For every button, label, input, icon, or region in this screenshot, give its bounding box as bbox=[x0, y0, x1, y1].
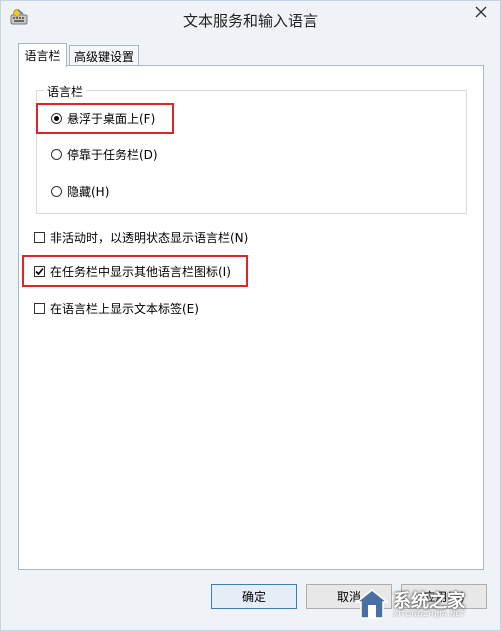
checkbox-show-text-labels[interactable]: 在语言栏上显示文本标签(E) bbox=[34, 299, 199, 317]
tab-advanced-key-settings[interactable]: 高级键设置 bbox=[69, 45, 139, 67]
dialog-window: 文本服务和输入语言 语言栏 高级键设置 语言栏 悬浮于桌面上(F) 停靠于任务栏… bbox=[0, 0, 501, 631]
tab-label: 语言栏 bbox=[24, 49, 61, 63]
checkbox[interactable] bbox=[34, 231, 45, 243]
checkbox-label: 在语言栏上显示文本标签(E) bbox=[50, 301, 199, 316]
title-bar[interactable]: 文本服务和输入语言 bbox=[1, 1, 500, 35]
tab-label: 高级键设置 bbox=[73, 50, 134, 64]
checkbox-transparent-when-inactive[interactable]: 非活动时，以透明状态显示语言栏(N) bbox=[34, 228, 248, 246]
close-button[interactable] bbox=[462, 1, 500, 25]
radio-dock-in-taskbar[interactable]: 停靠于任务栏(D) bbox=[51, 145, 158, 163]
radio-label: 隐藏(H) bbox=[67, 184, 110, 199]
ok-button[interactable]: 确定 bbox=[211, 584, 297, 609]
radio-button[interactable] bbox=[51, 148, 62, 160]
tab-language-bar[interactable]: 语言栏 bbox=[18, 43, 67, 67]
group-title: 语言栏 bbox=[44, 83, 87, 100]
close-icon bbox=[475, 6, 487, 21]
checkbox-label: 非活动时，以透明状态显示语言栏(N) bbox=[50, 230, 249, 245]
house-logo-icon bbox=[354, 588, 390, 623]
highlight-box bbox=[22, 255, 248, 287]
radio-hidden[interactable]: 隐藏(H) bbox=[51, 182, 109, 200]
radio-button[interactable] bbox=[51, 185, 62, 197]
checkbox[interactable] bbox=[34, 302, 45, 314]
watermark: 系统之家 XITONGZHIJIA.NET bbox=[354, 582, 500, 628]
language-bar-group: 语言栏 悬浮于桌面上(F) 停靠于任务栏(D) 隐藏(H) bbox=[36, 83, 467, 214]
tab-panel: 语言栏 悬浮于桌面上(F) 停靠于任务栏(D) 隐藏(H) 非活动时，以透明状态… bbox=[18, 65, 484, 570]
watermark-subtitle: XITONGZHIJIA.NET bbox=[393, 609, 466, 618]
radio-label: 停靠于任务栏(D) bbox=[67, 147, 158, 162]
watermark-title: 系统之家 bbox=[393, 590, 465, 612]
highlight-box bbox=[36, 103, 174, 134]
window-title: 文本服务和输入语言 bbox=[182, 12, 318, 30]
button-label: 确定 bbox=[241, 590, 266, 604]
